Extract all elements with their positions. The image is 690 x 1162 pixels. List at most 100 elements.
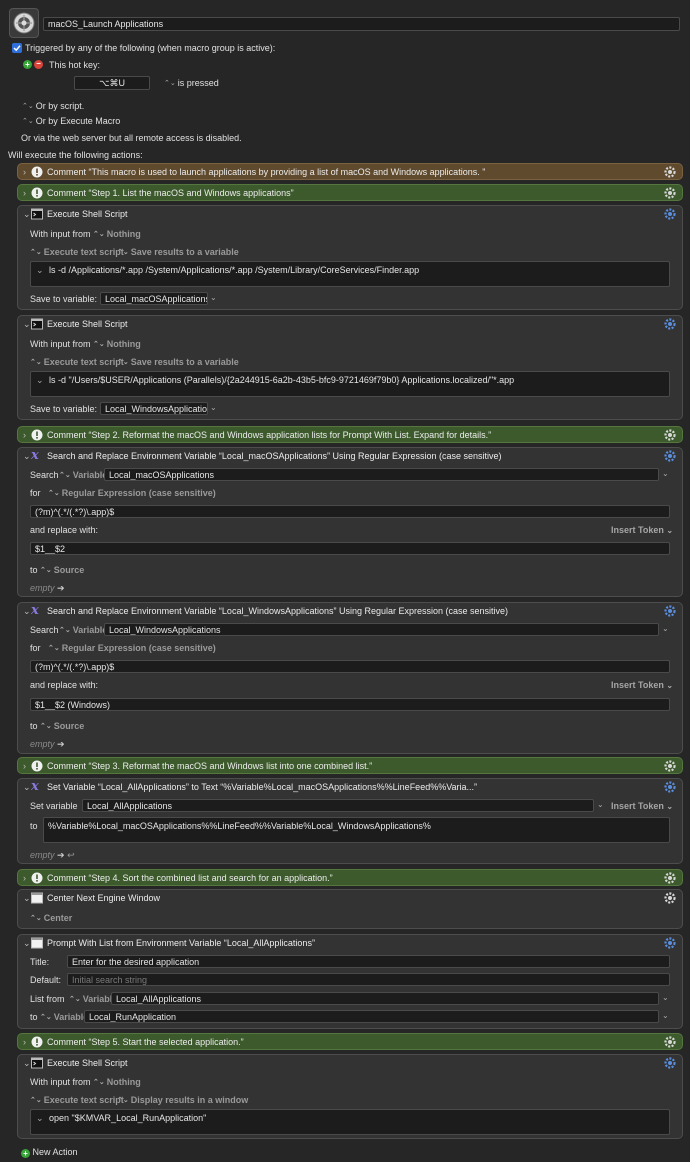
to-type-select[interactable]: ⌃⌄ Variable — [40, 1012, 88, 1022]
list-variable-field[interactable]: Local_AllApplications — [111, 992, 659, 1005]
to-select[interactable]: ⌃⌄ Source — [40, 721, 84, 731]
default-field[interactable]: Initial search string — [67, 973, 670, 986]
with-input-select[interactable]: ⌃⌄ Nothing — [93, 229, 141, 239]
insert-token-button[interactable]: Insert Token ⌄ — [611, 801, 673, 811]
save-results-option[interactable]: ⌃⌄ Save results to a variable — [117, 357, 239, 367]
gear-icon[interactable] — [663, 317, 677, 331]
save-variable-field[interactable]: Local_macOSApplications — [100, 292, 208, 305]
disclosure-icon[interactable]: ⌄ — [23, 606, 31, 617]
disclosure-icon[interactable]: ⌄ — [23, 938, 31, 949]
comment-action-2[interactable]: › Comment “Step 1. List the macOS and Wi… — [17, 184, 683, 201]
search-variable-field[interactable]: Local_WindowsApplications — [104, 623, 659, 636]
regex-type-select[interactable]: ⌃⌄ Regular Expression (case sensitive) — [48, 643, 216, 653]
set-variable-field[interactable]: Local_AllApplications — [82, 799, 594, 812]
to-select[interactable]: ⌃⌄ Source — [40, 565, 84, 575]
display-results-option[interactable]: ⌃⌄ Display results in a window — [117, 1095, 248, 1105]
search-type-select[interactable]: ⌃⌄ Variable — [59, 470, 107, 480]
updown-icon: ⌃⌄ — [117, 249, 129, 256]
disclosure-icon[interactable]: › — [23, 761, 26, 771]
disclosure-icon[interactable]: › — [23, 873, 26, 883]
save-variable-field[interactable]: Local_WindowsApplication — [100, 402, 208, 415]
chevron-down-icon[interactable]: ⌄ — [36, 264, 44, 276]
prompt-title-field[interactable]: Enter for the desired application — [67, 955, 670, 968]
disclosure-icon[interactable]: ⌄ — [23, 1058, 31, 1069]
comment-action-5[interactable]: › Comment “Step 4. Sort the combined lis… — [17, 869, 683, 886]
regex-field[interactable]: (?m)^(.*/(.*?)\.app)$ — [30, 505, 670, 518]
regex-type-select[interactable]: ⌃⌄ Regular Expression (case sensitive) — [48, 488, 216, 498]
disclosure-icon[interactable]: › — [23, 1037, 26, 1047]
hotkey-state-select[interactable]: ⌃⌄ is pressed — [164, 78, 219, 88]
gear-icon[interactable] — [663, 891, 677, 905]
add-trigger-icon[interactable]: + — [23, 60, 32, 69]
gear-icon[interactable] — [663, 428, 677, 442]
gear-icon[interactable] — [663, 1035, 677, 1049]
search-type-select[interactable]: ⌃⌄ Variable — [59, 625, 107, 635]
execute-shell-action-2[interactable]: ⌄ Execute Shell Script With input from ⌃… — [17, 315, 683, 420]
chevron-down-icon[interactable]: ⌄ — [662, 469, 669, 478]
gear-icon[interactable] — [663, 449, 677, 463]
disclosure-icon[interactable]: ⌄ — [23, 319, 31, 330]
gear-icon[interactable] — [663, 936, 677, 950]
script-text-field[interactable]: ⌄ open "$KMVAR_Local_RunApplication" — [30, 1109, 670, 1135]
comment-action-1[interactable]: › Comment “This macro is used to launch … — [17, 163, 683, 180]
execute-shell-action-1[interactable]: ⌄ Execute Shell Script With input from ⌃… — [17, 205, 683, 310]
gear-icon[interactable] — [663, 1056, 677, 1070]
search-replace-action-1[interactable]: ⌄ x Search and Replace Environment Varia… — [17, 447, 683, 597]
gear-icon[interactable] — [663, 165, 677, 179]
save-results-option[interactable]: ⌃⌄ Save results to a variable — [117, 247, 239, 257]
chevron-down-icon[interactable]: ⌄ — [662, 1011, 669, 1020]
to-variable-field[interactable]: Local_RunApplication — [84, 1010, 659, 1023]
set-variable-action[interactable]: ⌄ x Set Variable “Local_AllApplications”… — [17, 778, 683, 864]
disclosure-icon[interactable]: ⌄ — [23, 451, 31, 462]
execute-shell-action-3[interactable]: ⌄ Execute Shell Script With input from ⌃… — [17, 1054, 683, 1139]
script-text-field[interactable]: ⌄ ls -d /Applications/*.app /System/Appli… — [30, 261, 670, 287]
chevron-down-icon[interactable]: ⌄ — [36, 374, 44, 386]
chevron-down-icon[interactable]: ⌄ — [210, 293, 217, 302]
disclosure-icon[interactable]: › — [23, 167, 26, 177]
disclosure-icon[interactable]: ⌄ — [23, 209, 31, 220]
new-action-button[interactable]: + New Action — [21, 1147, 78, 1158]
replace-field[interactable]: $1__$2 (Windows) — [30, 698, 670, 711]
search-variable-field[interactable]: Local_macOSApplications — [104, 468, 659, 481]
disclosure-icon[interactable]: ⌄ — [23, 782, 31, 793]
chevron-down-icon[interactable]: ⌄ — [210, 403, 217, 412]
or-by-script[interactable]: ⌃⌄ Or by script. — [22, 101, 84, 111]
prompt-with-list-action[interactable]: ⌄ Prompt With List from Environment Vari… — [17, 934, 683, 1029]
with-input-select[interactable]: ⌃⌄ Nothing — [93, 339, 141, 349]
comment-action-6[interactable]: › Comment “Step 5. Start the selected ap… — [17, 1033, 683, 1050]
macro-name-field[interactable]: macOS_Launch Applications — [43, 17, 680, 31]
macro-icon[interactable] — [9, 8, 39, 38]
disclosure-icon[interactable]: › — [23, 188, 26, 198]
script-text-field[interactable]: ⌄ ls -d "/Users/$USER/Applications (Paral… — [30, 371, 670, 397]
remove-trigger-icon[interactable]: − — [34, 60, 43, 69]
comment-action-4[interactable]: › Comment “Step 3. Reformat the macOS an… — [17, 757, 683, 774]
insert-token-button[interactable]: Insert Token ⌄ — [611, 680, 673, 690]
center-option-select[interactable]: ⌃⌄ Center — [30, 913, 72, 923]
replace-field[interactable]: $1__$2 — [30, 542, 670, 555]
trigger-checkbox[interactable] — [12, 43, 22, 53]
execute-text-option[interactable]: ⌃⌄ Execute text script — [30, 1095, 124, 1105]
center-window-action[interactable]: ⌄ Center Next Engine Window ⌃⌄ Center — [17, 889, 683, 929]
execute-text-option[interactable]: ⌃⌄ Execute text script — [30, 357, 124, 367]
chevron-down-icon[interactable]: ⌄ — [597, 800, 604, 809]
or-by-execute-macro[interactable]: ⌃⌄ Or by Execute Macro — [22, 116, 120, 126]
regex-field[interactable]: (?m)^(.*/(.*?)\.app)$ — [30, 660, 670, 673]
disclosure-icon[interactable]: › — [23, 430, 26, 440]
gear-icon[interactable] — [663, 604, 677, 618]
execute-text-option[interactable]: ⌃⌄ Execute text script — [30, 247, 124, 257]
chevron-down-icon[interactable]: ⌄ — [662, 993, 669, 1002]
search-replace-action-2[interactable]: ⌄ x Search and Replace Environment Varia… — [17, 602, 683, 754]
gear-icon[interactable] — [663, 186, 677, 200]
disclosure-icon[interactable]: ⌄ — [23, 893, 31, 904]
gear-icon[interactable] — [663, 871, 677, 885]
hotkey-field[interactable]: ⌥⌘U — [74, 76, 150, 90]
gear-icon[interactable] — [663, 759, 677, 773]
comment-action-3[interactable]: › Comment “Step 2. Reformat the macOS an… — [17, 426, 683, 443]
set-value-field[interactable]: %Variable%Local_macOSApplications%%LineF… — [43, 817, 670, 843]
gear-icon[interactable] — [663, 207, 677, 221]
gear-icon[interactable] — [663, 780, 677, 794]
insert-token-button[interactable]: Insert Token ⌄ — [611, 525, 673, 535]
chevron-down-icon[interactable]: ⌄ — [662, 624, 669, 633]
chevron-down-icon[interactable]: ⌄ — [36, 1112, 44, 1124]
with-input-select[interactable]: ⌃⌄ Nothing — [93, 1077, 141, 1087]
